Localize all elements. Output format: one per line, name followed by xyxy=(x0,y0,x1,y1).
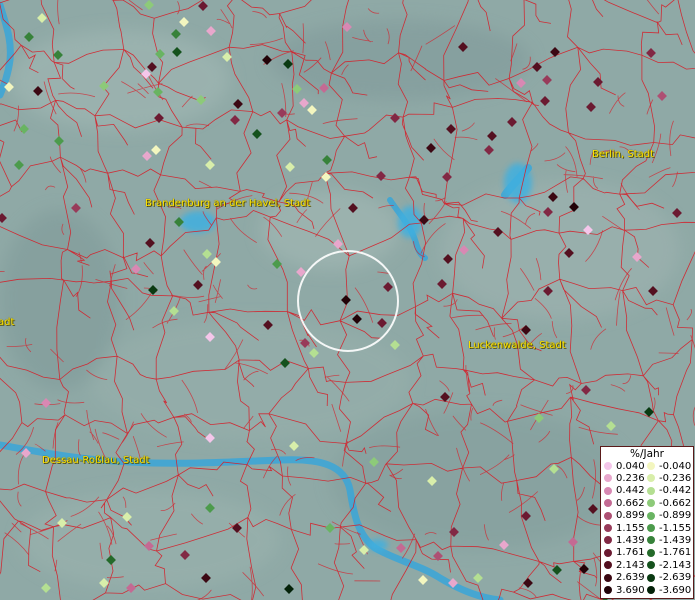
label-berlin: Berlin, Stadt xyxy=(592,149,655,160)
legend-swatch xyxy=(647,524,655,532)
legend-value: 0.442 xyxy=(616,485,645,497)
legend-swatch xyxy=(604,511,612,520)
legend-swatch xyxy=(647,486,655,495)
legend-row-positive: 0.662 xyxy=(604,497,645,509)
legend-row-positive: 0.899 xyxy=(604,510,645,522)
legend-swatch xyxy=(604,548,612,557)
legend-value: 2.639 xyxy=(616,572,645,584)
legend-value: -1.155 xyxy=(659,522,692,534)
map-canvas[interactable] xyxy=(0,0,695,600)
legend-value: 0.236 xyxy=(616,472,645,484)
legend-swatch xyxy=(647,474,655,483)
legend-swatch xyxy=(604,561,612,570)
legend-value: 2.143 xyxy=(616,559,645,571)
legend-row-negative: -1.439 xyxy=(647,534,691,546)
legend-row-negative: -0.662 xyxy=(647,497,691,509)
legend-value: -0.040 xyxy=(659,460,692,472)
legend-value: -1.439 xyxy=(659,534,692,546)
label-brandenburg: Brandenburg an der Havel, Stadt xyxy=(145,198,311,209)
legend-swatch xyxy=(604,499,612,508)
legend-value: 0.040 xyxy=(616,460,645,472)
legend-row-positive: 1.761 xyxy=(604,547,645,559)
legend-swatch xyxy=(604,486,612,495)
legend-swatch xyxy=(604,474,612,483)
legend-swatch xyxy=(647,561,655,570)
legend-swatch xyxy=(604,536,612,545)
legend-row-positive: 1.155 xyxy=(604,522,645,534)
legend-row-negative: -0.040 xyxy=(647,460,691,472)
legend-row-positive: 2.639 xyxy=(604,572,645,584)
legend-value: -3.690 xyxy=(659,584,692,596)
legend-row-positive: 3.690 xyxy=(604,584,645,596)
legend-swatch xyxy=(647,536,655,545)
label-luckenwalde: Luckenwalde, Stadt xyxy=(468,340,566,351)
legend-row-negative: -2.639 xyxy=(647,572,691,584)
legend-swatch xyxy=(647,573,655,582)
legend-row-negative: -3.690 xyxy=(647,584,691,596)
legend-row-negative: -1.155 xyxy=(647,522,691,534)
legend-value: 1.155 xyxy=(616,522,645,534)
legend-value: 0.899 xyxy=(616,510,645,522)
legend-swatch xyxy=(647,548,655,557)
legend-swatch xyxy=(604,524,612,532)
legend-value: 0.662 xyxy=(616,497,645,509)
legend: %/Jahr 0.040 0.236 0.442 0.662 0.899 1.155 1.4… xyxy=(600,446,694,599)
legend-row-positive: 0.040 xyxy=(604,460,645,472)
legend-row-negative: -0.442 xyxy=(647,485,691,497)
legend-swatch xyxy=(604,573,612,582)
legend-row-negative: -0.236 xyxy=(647,472,691,484)
legend-value: -0.662 xyxy=(659,497,692,509)
legend-swatch xyxy=(647,586,655,594)
legend-row-positive: 0.236 xyxy=(604,472,645,484)
label-dessau: Dessau-Roßlau, Stadt xyxy=(42,455,150,466)
legend-value: -2.639 xyxy=(659,572,692,584)
legend-swatch xyxy=(647,511,655,520)
legend-swatch xyxy=(647,462,655,470)
legend-row-positive: 2.143 xyxy=(604,559,645,571)
legend-value: -0.442 xyxy=(659,485,692,497)
legend-swatch xyxy=(647,499,655,508)
legend-row-negative: -1.761 xyxy=(647,547,691,559)
label-left-edge: adt xyxy=(0,317,15,328)
legend-title: %/Jahr xyxy=(629,448,665,460)
legend-value: -1.761 xyxy=(659,547,692,559)
legend-row-positive: 0.442 xyxy=(604,485,645,497)
legend-value: -0.899 xyxy=(659,510,692,522)
legend-row-positive: 1.439 xyxy=(604,534,645,546)
legend-value: 3.690 xyxy=(616,584,645,596)
legend-value: 1.439 xyxy=(616,534,645,546)
legend-swatch xyxy=(604,462,612,470)
legend-row-negative: -2.143 xyxy=(647,559,691,571)
legend-value: -2.143 xyxy=(659,559,692,571)
legend-value: -0.236 xyxy=(659,472,692,484)
legend-value: 1.761 xyxy=(616,547,645,559)
legend-swatch xyxy=(604,586,612,594)
legend-row-negative: -0.899 xyxy=(647,510,691,522)
